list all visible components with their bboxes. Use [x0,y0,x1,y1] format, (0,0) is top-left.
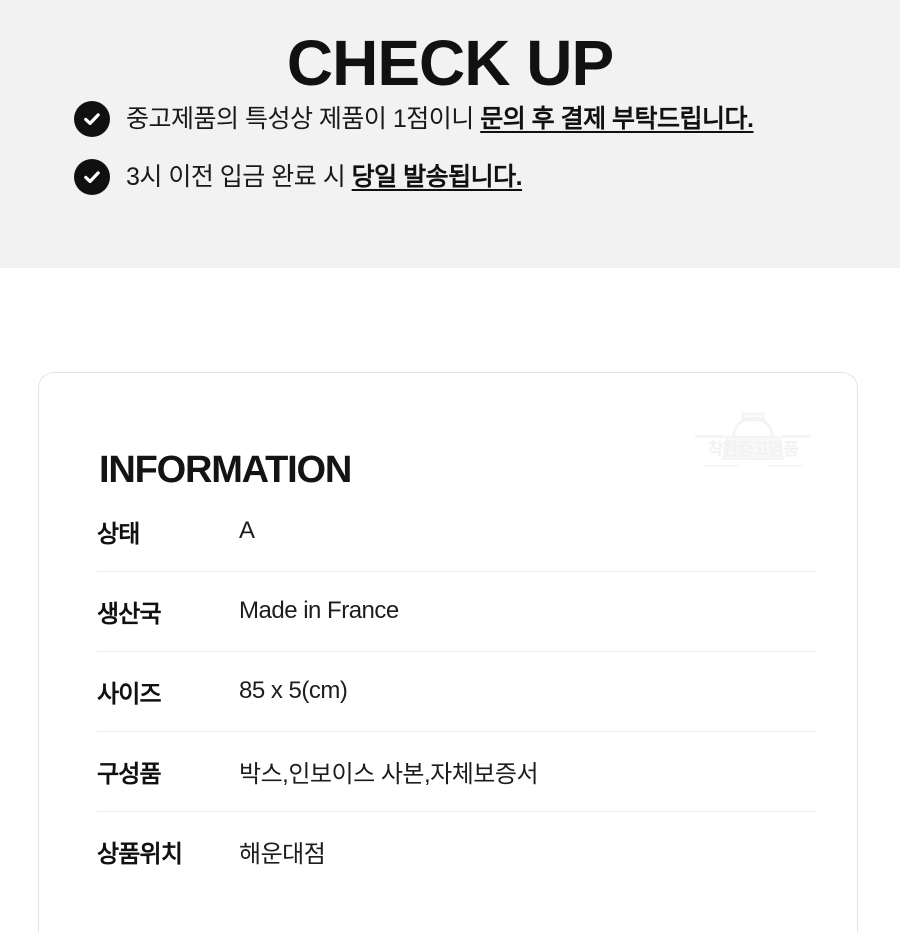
list-item-text-emphasis: 문의 후 결제 부탁드립니다. [480,105,754,133]
table-row-value: Made in France [239,597,399,624]
table-row-value: 해운대점 [239,840,326,868]
list-item-text-plain: 3시 이전 입금 완료 시 [126,163,352,191]
product-detail-page: CHECK UP 중고제품의 특성상 제품이 1점이니 문의 후 결제 부탁드립… [0,0,900,932]
table-row: 사이즈 85 x 5(cm) [39,651,857,731]
handbag-icon [721,412,785,460]
table-row-label: 생산국 [97,600,162,628]
checkup-title: CHECK UP [286,26,614,99]
information-table: 상태 A 생산국 Made in France 사이즈 85 x 5(cm) 구… [39,491,857,891]
list-item-text: 3시 이전 입금 완료 시 당일 발송됩니다. [126,158,874,196]
list-item-text-plain: 중고제품의 특성상 제품이 1점이니 [126,105,481,133]
table-row: 상품위치 해운대점 [39,811,857,891]
information-card-header: INFORMATION 착한중고명품 [39,373,857,491]
table-row: 상태 A [39,491,857,571]
table-row-value: 박스,인보이스 사본,자체보증서 [239,760,539,788]
information-card: INFORMATION 착한중고명품 상태 A 생산국 Made in Fran… [38,372,858,932]
checkup-section: CHECK UP 중고제품의 특성상 제품이 1점이니 문의 후 결제 부탁드립… [0,0,900,268]
check-circle-icon [74,101,110,137]
list-item-text-emphasis: 당일 발송됩니다. [351,163,523,191]
watermark-rules [695,435,811,467]
table-row-label: 상태 [97,520,140,548]
checkup-list: 중고제품의 특성상 제품이 1점이니 문의 후 결제 부탁드립니다. 3시 이전… [74,100,874,216]
list-item-text: 중고제품의 특성상 제품이 1점이니 문의 후 결제 부탁드립니다. [126,100,874,138]
table-row: 구성품 박스,인보이스 사본,자체보증서 [39,731,857,811]
information-title: INFORMATION [99,448,352,491]
table-row-label: 구성품 [97,760,162,788]
table-row-value: A [239,517,255,544]
list-item: 중고제품의 특성상 제품이 1점이니 문의 후 결제 부탁드립니다. [74,100,874,138]
table-row-label: 사이즈 [97,680,162,708]
list-item: 3시 이전 입금 완료 시 당일 발송됩니다. [74,158,874,196]
table-row-value: 85 x 5(cm) [239,677,348,704]
brand-watermark: 착한중고명품 [689,405,817,477]
table-row-label: 상품위치 [97,840,183,868]
table-row: 생산국 Made in France [39,571,857,651]
watermark-label: 착한중고명품 [708,440,800,459]
check-circle-icon [74,159,110,195]
